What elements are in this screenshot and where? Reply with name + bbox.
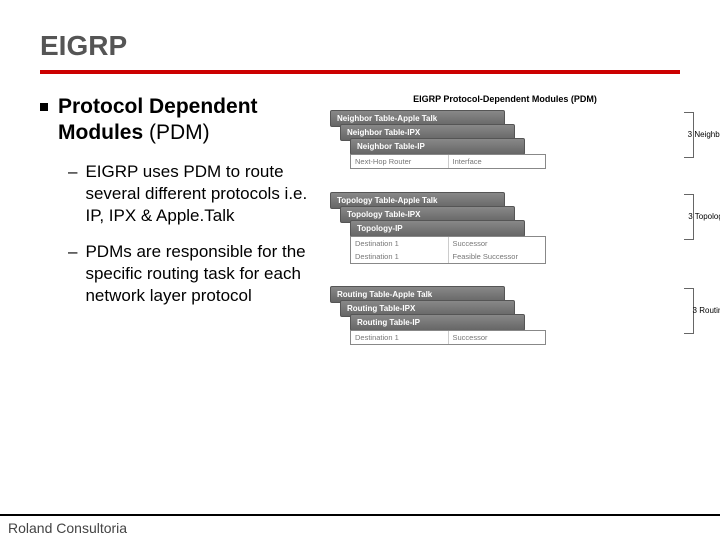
text-column: Protocol Dependent Modules (PDM) – EIGRP… <box>40 94 320 368</box>
title-underline <box>40 70 680 74</box>
sub-bullet-2: – PDMs are responsible for the specific … <box>68 241 320 307</box>
topology-table-box: Destination 1 Successor Destination 1 Fe… <box>350 236 546 264</box>
col-succ: Successor <box>449 237 546 250</box>
topology-header-ip: Topology-IP <box>350 220 525 237</box>
main-bullet-text: Protocol Dependent Modules (PDM) <box>58 94 320 147</box>
table-row: Destination 1 Successor <box>351 331 545 344</box>
col-dest2: Destination 1 <box>351 250 449 263</box>
main-suffix: (PDM) <box>149 121 210 144</box>
main-bullet: Protocol Dependent Modules (PDM) <box>40 94 320 147</box>
col-succ: Successor <box>449 331 546 344</box>
neighbor-group: Neighbor Table-Apple Talk Neighbor Table… <box>330 110 680 182</box>
topology-group: Topology Table-Apple Talk Topology Table… <box>330 192 680 276</box>
sub-text-2: PDMs are responsible for the specific ro… <box>85 241 320 307</box>
routing-brace-label: 3 Routing Tables <box>693 306 720 315</box>
col-interface: Interface <box>449 155 546 168</box>
neighbor-brace-label: 3 Neighbor Tables <box>688 130 720 139</box>
sub-bullet-1: – EIGRP uses PDM to route several differ… <box>68 161 320 227</box>
dash-icon: – <box>68 161 77 227</box>
table-row: Destination 1 Successor <box>351 237 545 250</box>
col-dest: Destination 1 <box>351 331 449 344</box>
routing-table-box: Destination 1 Successor <box>350 330 546 345</box>
routing-header-ip: Routing Table-IP <box>350 314 525 331</box>
table-row: Destination 1 Feasible Successor <box>351 250 545 263</box>
routing-group: Routing Table-Apple Talk Routing Table-I… <box>330 286 680 358</box>
sub-text-1: EIGRP uses PDM to route several differen… <box>85 161 320 227</box>
diagram-column: EIGRP Protocol-Dependent Modules (PDM) N… <box>330 94 680 368</box>
dash-icon: – <box>68 241 77 307</box>
footer-text: Roland Consultoria <box>8 520 127 536</box>
topology-brace-label: 3 Topology Tables <box>688 212 720 221</box>
neighbor-header-ip: Neighbor Table-IP <box>350 138 525 155</box>
content-area: Protocol Dependent Modules (PDM) – EIGRP… <box>40 94 680 368</box>
footer-bar: Roland Consultoria <box>0 514 720 540</box>
slide-title: EIGRP <box>40 30 680 62</box>
col-nexthop: Next-Hop Router <box>351 155 449 168</box>
diagram-title: EIGRP Protocol-Dependent Modules (PDM) <box>330 94 680 104</box>
col-fsucc: Feasible Successor <box>449 250 546 263</box>
table-row: Next-Hop Router Interface <box>351 155 545 168</box>
col-dest: Destination 1 <box>351 237 449 250</box>
neighbor-table-box: Next-Hop Router Interface <box>350 154 546 169</box>
square-bullet-icon <box>40 103 48 111</box>
